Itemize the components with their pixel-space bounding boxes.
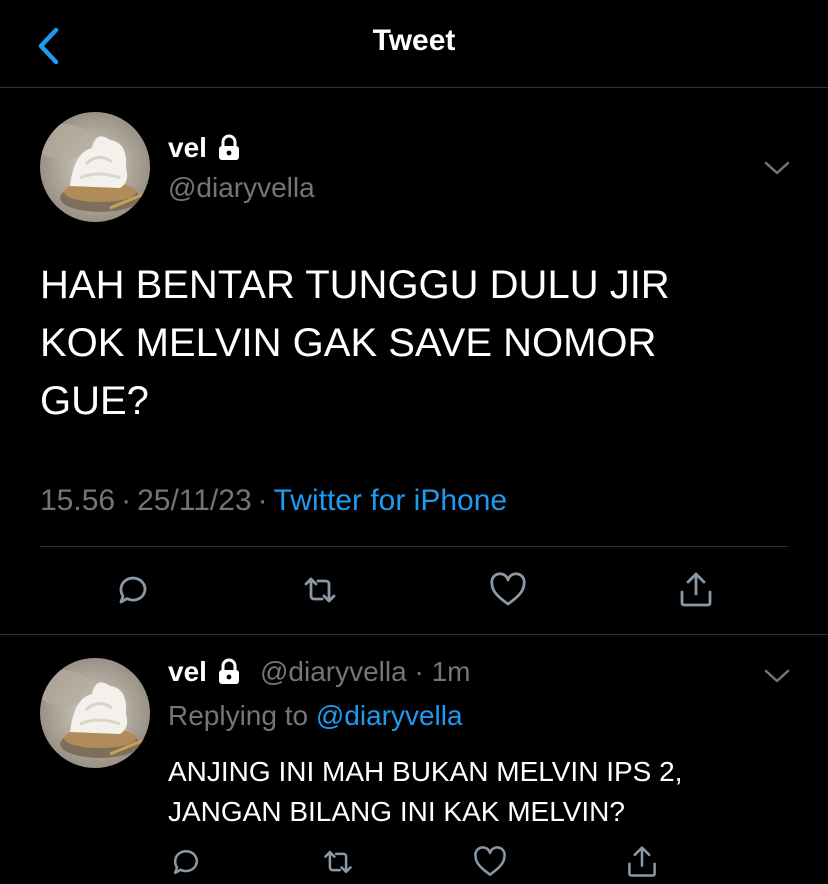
replying-to-label: Replying to <box>168 700 309 731</box>
tweet-text-line: GUE? <box>40 379 149 423</box>
mention-link[interactable]: @diaryvella <box>316 700 463 731</box>
display-name[interactable]: vel <box>168 656 243 688</box>
tweet-source-link[interactable]: Twitter for iPhone <box>274 484 507 517</box>
tweet-text-line: HAH BENTAR TUNGGU DULU JIR <box>40 263 670 307</box>
username[interactable]: @diaryvella <box>168 172 315 204</box>
meta-separator: · <box>257 484 268 517</box>
username[interactable]: @diaryvella <box>260 656 407 687</box>
tweet-text-line: KOK MELVIN GAK SAVE NOMOR <box>40 321 657 365</box>
retweet-icon <box>304 577 336 603</box>
retweet-icon <box>324 850 352 874</box>
lock-icon <box>218 658 239 684</box>
display-name-text: vel <box>168 656 207 687</box>
chevron-down-icon[interactable] <box>760 156 794 180</box>
avatar[interactable] <box>40 658 150 768</box>
page-title: Tweet <box>372 24 456 57</box>
like-button[interactable] <box>486 568 530 612</box>
reply-icon <box>119 576 147 604</box>
avatar[interactable] <box>40 112 150 222</box>
share-icon <box>680 572 712 607</box>
avatar-image <box>40 112 150 222</box>
tweet-time: 15.56 <box>40 484 116 517</box>
reply-text-line: JANGAN BILANG INI KAK MELVIN? <box>168 796 625 827</box>
share-icon <box>628 846 656 877</box>
divider <box>40 546 788 547</box>
avatar-image <box>40 658 150 768</box>
display-name-text: vel <box>168 132 207 163</box>
tweet-date: 25/11/23 <box>137 484 252 517</box>
divider <box>0 634 828 635</box>
reply-button[interactable] <box>111 568 155 612</box>
meta-separator: · <box>414 656 424 687</box>
like-button[interactable] <box>468 840 512 884</box>
meta-separator: · <box>121 484 132 517</box>
reply-text: ANJING INI MAH BUKAN MELVIN IPS 2, JANGA… <box>168 752 788 832</box>
like-icon <box>490 572 526 606</box>
share-button[interactable] <box>620 840 664 884</box>
reply-button[interactable] <box>164 840 208 884</box>
display-name[interactable]: vel <box>168 132 243 164</box>
share-button[interactable] <box>674 568 718 612</box>
retweet-button[interactable] <box>316 840 360 884</box>
chevron-down-icon[interactable] <box>760 664 794 688</box>
like-icon <box>474 846 506 876</box>
tweet-meta: 15.56 · 25/11/23 · Twitter for iPhone <box>40 484 507 518</box>
lock-icon <box>218 134 239 160</box>
replying-to: Replying to @diaryvella <box>168 700 463 732</box>
tweet-age: 1m <box>431 656 471 687</box>
reply-text-line: ANJING INI MAH BUKAN MELVIN IPS 2, <box>168 756 683 787</box>
top-bar: Tweet <box>0 0 828 88</box>
tweet-text: HAH BENTAR TUNGGU DULU JIR KOK MELVIN GA… <box>40 256 800 430</box>
reply-meta: @diaryvella · 1m <box>260 656 471 688</box>
reply-icon <box>173 850 199 875</box>
retweet-button[interactable] <box>298 568 342 612</box>
